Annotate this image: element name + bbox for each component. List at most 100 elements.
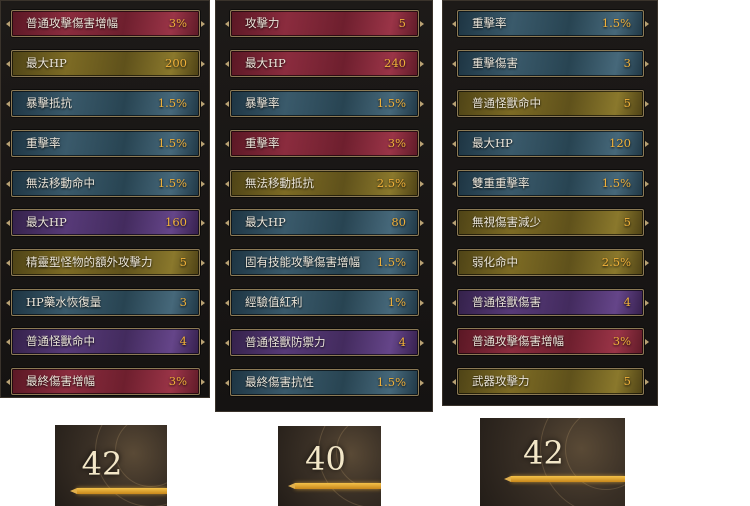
stat-row[interactable]: 重擊率 1.5% — [452, 10, 649, 37]
stat-row[interactable]: 最大HP 120 — [452, 130, 649, 157]
stat-row[interactable]: 普通怪獸命中 5 — [452, 90, 649, 117]
stat-value: 2.5% — [376, 176, 406, 190]
stat-label: 普通怪獸防禦力 — [245, 335, 326, 349]
stat-label: 無法移動抵抗 — [245, 176, 314, 190]
stat-row[interactable]: 無視傷害減少 5 — [452, 209, 649, 236]
stat-row[interactable]: 最大HP 240 — [225, 50, 424, 77]
stat-label: 普通怪獸命中 — [26, 334, 95, 348]
stat-row[interactable]: 重擊傷害 3 — [452, 50, 649, 77]
level-progress-bar — [511, 476, 625, 482]
stat-label: 無法移動命中 — [26, 176, 95, 190]
stat-label: 精靈型怪物的額外攻擊力 — [26, 255, 153, 269]
stat-label: 無視傷害減少 — [472, 215, 541, 229]
stat-row[interactable]: 武器攻擊力 5 — [452, 368, 649, 395]
stat-row[interactable]: 固有技能攻擊傷害增幅 1.5% — [225, 249, 424, 276]
stat-label: 普通怪獸命中 — [472, 96, 541, 110]
stat-value: 80 — [391, 215, 406, 229]
stat-label: 最大HP — [245, 215, 286, 229]
level-number: 42 — [81, 445, 123, 483]
stat-row[interactable]: 最終傷害增幅 3% — [6, 368, 205, 395]
level-bar-tip — [288, 483, 295, 489]
level-bar-tip — [504, 476, 511, 482]
stat-value: 3% — [168, 16, 187, 30]
stat-label: 普通攻擊傷害增幅 — [26, 16, 118, 30]
stat-value: 3 — [623, 56, 631, 70]
stat-value: 1.5% — [157, 136, 187, 150]
stat-value: 5 — [623, 374, 631, 388]
stat-panel-1: 普通攻擊傷害增幅 3% 最大HP 200 暴擊抵抗 1.5% 重擊率 1.5% … — [0, 0, 210, 398]
stat-row[interactable]: 重擊率 3% — [225, 130, 424, 157]
stat-label: 武器攻擊力 — [472, 374, 530, 388]
stat-value: 3% — [168, 374, 187, 388]
stat-row[interactable]: 普通怪獸命中 4 — [6, 328, 205, 355]
stat-label: 重擊率 — [245, 136, 280, 150]
level-number: 40 — [305, 440, 346, 478]
stat-label: 最終傷害抗性 — [245, 375, 314, 389]
level-bar-tip — [70, 488, 77, 494]
stat-row[interactable]: 雙重重擊率 1.5% — [452, 170, 649, 197]
stat-value: 3 — [179, 295, 187, 309]
stat-label: 重擊傷害 — [472, 56, 518, 70]
stat-row[interactable]: 經驗值紅利 1% — [225, 289, 424, 316]
stat-label: 最大HP — [26, 56, 67, 70]
stat-value: 1.5% — [376, 255, 406, 269]
stat-row[interactable]: 攻擊力 5 — [225, 10, 424, 37]
stat-value: 5 — [623, 96, 631, 110]
stat-label: 重擊率 — [472, 16, 507, 30]
stat-label: 普通怪獸傷害 — [472, 295, 541, 309]
stat-row[interactable]: 暴擊率 1.5% — [225, 90, 424, 117]
stat-row[interactable]: 暴擊抵抗 1.5% — [6, 90, 205, 117]
stat-row[interactable]: 普通怪獸傷害 4 — [452, 289, 649, 316]
stat-value: 240 — [384, 56, 406, 70]
stat-value: 3% — [387, 136, 406, 150]
stat-row[interactable]: 弱化命中 2.5% — [452, 249, 649, 276]
stat-row[interactable]: 精靈型怪物的額外攻擊力 5 — [6, 249, 205, 276]
level-badge-2: 40 — [278, 426, 381, 506]
stat-value: 4 — [179, 334, 187, 348]
stat-value: 1.5% — [157, 176, 187, 190]
stat-label: 弱化命中 — [472, 255, 518, 269]
stat-panel-2: 攻擊力 5 最大HP 240 暴擊率 1.5% 重擊率 3% 無法移動抵抗 2.… — [215, 0, 433, 412]
stat-panel-3: 重擊率 1.5% 重擊傷害 3 普通怪獸命中 5 最大HP 120 雙重重擊率 … — [442, 0, 658, 406]
stat-label: 固有技能攻擊傷害增幅 — [245, 255, 360, 269]
stat-value: 3% — [612, 334, 631, 348]
stat-value: 1.5% — [376, 96, 406, 110]
stat-label: 最大HP — [472, 136, 513, 150]
stat-row[interactable]: 普通怪獸防禦力 4 — [225, 329, 424, 356]
stat-label: 最大HP — [26, 215, 67, 229]
stat-value: 1.5% — [601, 176, 631, 190]
stat-value: 120 — [609, 136, 631, 150]
stat-label: 最大HP — [245, 56, 286, 70]
level-progress-bar — [295, 483, 381, 489]
stat-row[interactable]: 最大HP 200 — [6, 50, 205, 77]
stat-value: 1.5% — [376, 375, 406, 389]
stat-value: 2.5% — [601, 255, 631, 269]
stat-value: 5 — [179, 255, 187, 269]
stat-value: 200 — [165, 56, 187, 70]
level-progress-bar — [77, 488, 167, 494]
stat-row[interactable]: 最終傷害抗性 1.5% — [225, 369, 424, 396]
stat-row[interactable]: 最大HP 160 — [6, 209, 205, 236]
stat-row[interactable]: 普通攻擊傷害增幅 3% — [6, 10, 205, 37]
stat-value: 4 — [623, 295, 631, 309]
level-badge-1: 42 — [55, 425, 167, 506]
stat-label: 重擊率 — [26, 136, 61, 150]
stat-row[interactable]: 最大HP 80 — [225, 209, 424, 236]
stat-label: 雙重重擊率 — [472, 176, 530, 190]
stat-value: 1.5% — [601, 16, 631, 30]
stat-label: HP藥水恢復量 — [26, 295, 102, 309]
stat-label: 暴擊抵抗 — [26, 96, 72, 110]
stat-value: 5 — [623, 215, 631, 229]
stat-row[interactable]: 普通攻擊傷害增幅 3% — [452, 328, 649, 355]
stat-value: 5 — [398, 16, 406, 30]
stat-row[interactable]: 無法移動命中 1.5% — [6, 170, 205, 197]
stat-label: 最終傷害增幅 — [26, 374, 95, 388]
level-number: 42 — [523, 434, 564, 472]
stat-row[interactable]: 無法移動抵抗 2.5% — [225, 170, 424, 197]
stat-label: 經驗值紅利 — [245, 295, 303, 309]
stat-label: 暴擊率 — [245, 96, 280, 110]
stat-value: 160 — [165, 215, 187, 229]
stat-row[interactable]: HP藥水恢復量 3 — [6, 289, 205, 316]
stat-row[interactable]: 重擊率 1.5% — [6, 130, 205, 157]
stat-value: 1.5% — [157, 96, 187, 110]
